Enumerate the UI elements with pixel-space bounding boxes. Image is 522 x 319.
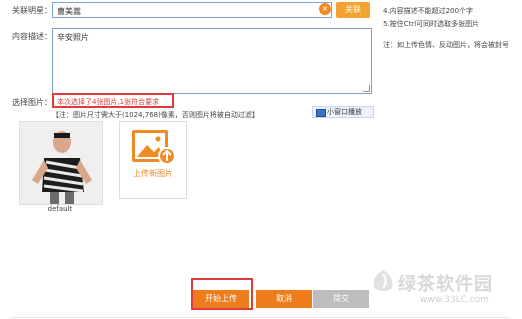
popup-play-button[interactable]: 小窗口播放 [312, 106, 374, 118]
tip-note: 注：如上传色情、反动图片，将会被封号 [383, 41, 509, 49]
clear-icon[interactable]: × [319, 3, 331, 15]
desc-label: 内容描述： [12, 32, 52, 41]
upload-image-icon [132, 130, 176, 165]
star-input[interactable]: 曹美嵩 [52, 2, 332, 18]
size-note: 【注：图片尺寸需大于(1024,768)像素，否则图片将被自动过滤】 [52, 111, 259, 119]
tip-multi-select: 5.按住Ctrl可同时选取多张图片 [383, 20, 480, 28]
popup-play-label: 小窗口播放 [327, 108, 362, 116]
link-star-button[interactable]: 关联 [336, 2, 370, 18]
cancel-button[interactable]: 取消 [256, 290, 312, 308]
bottom-divider [10, 317, 510, 318]
selection-status: 本次选择了4张图片,1张符合要求 [52, 93, 174, 108]
watermark-url: www.33LC.com [420, 295, 489, 305]
photo-caption: default [47, 205, 73, 213]
description-text: 辛安照片 [57, 33, 89, 42]
photo-thumbnail[interactable] [19, 121, 103, 205]
resize-handle-icon[interactable] [363, 85, 370, 92]
submit-button[interactable]: 提交 [313, 290, 369, 308]
star-label: 关联明星： [12, 6, 52, 15]
tip-desc-limit: 4.内容描述不能超过200个字 [383, 7, 474, 15]
watermark-logo-icon [373, 270, 393, 291]
select-label: 选择图片： [12, 98, 52, 107]
start-upload-button[interactable]: 开始上传 [193, 290, 249, 308]
window-icon [316, 109, 326, 117]
description-textarea[interactable]: 辛安照片 [52, 28, 372, 94]
upload-new-image-tile[interactable] [119, 121, 187, 199]
watermark-brand: 绿茶软件园 [398, 274, 493, 295]
upload-new-image-label: 上传新图片 [133, 169, 173, 178]
person-photo-icon [20, 122, 102, 204]
